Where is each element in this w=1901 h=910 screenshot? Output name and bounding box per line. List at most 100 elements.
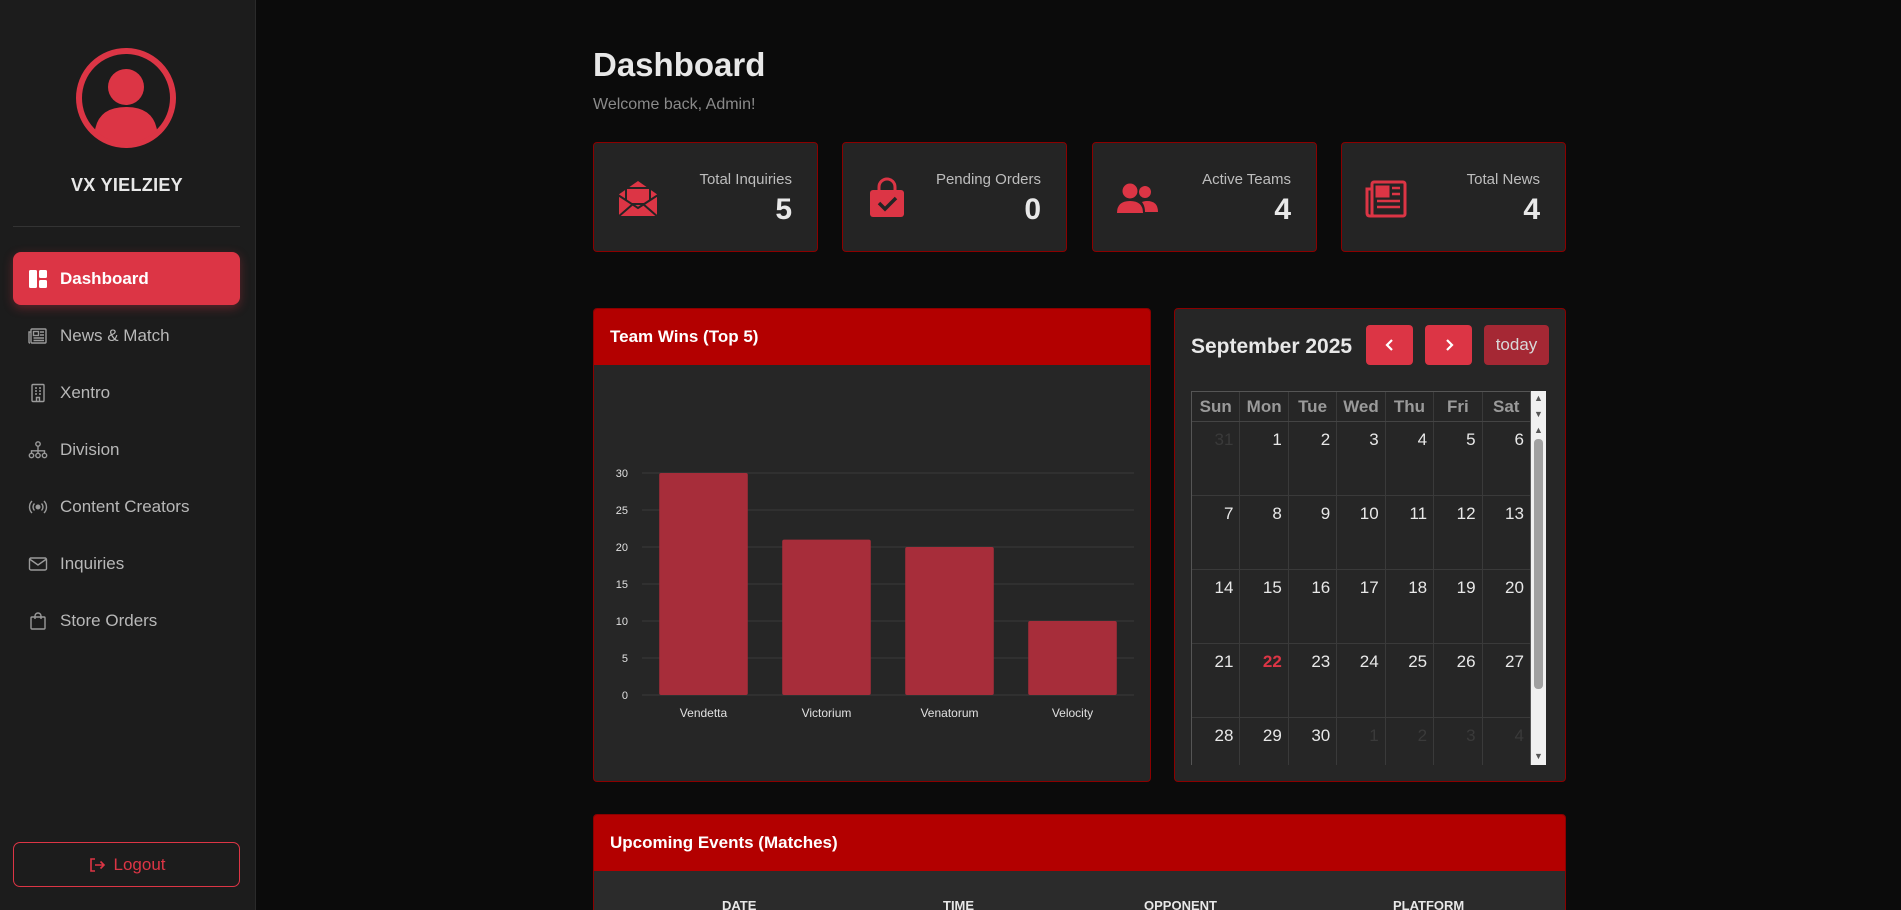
- scroll-down-icon[interactable]: ▼: [1533, 409, 1544, 419]
- calendar-day[interactable]: 4: [1386, 422, 1435, 495]
- stat-card-active-teams[interactable]: Active Teams 4: [1092, 142, 1317, 252]
- calendar-scrollbar[interactable]: ▲ ▼ ▲ ▼: [1531, 391, 1546, 765]
- calendar-day[interactable]: 9: [1289, 496, 1338, 569]
- stat-label: Active Teams: [1202, 171, 1291, 188]
- calendar-day[interactable]: 3: [1337, 422, 1386, 495]
- calendar-next-button[interactable]: [1425, 325, 1472, 365]
- stat-label: Total Inquiries: [699, 171, 792, 188]
- calendar-day-today[interactable]: 22: [1240, 644, 1289, 717]
- calendar-grid: Sun Mon Tue Wed Thu Fri Sat 31 1 2 3 4 5 6 7 8 9 10 11 12 1…: [1191, 391, 1531, 765]
- y-tick-label: 0: [622, 690, 628, 702]
- bar-vendetta[interactable]: [659, 473, 748, 695]
- stat-card-total-inquiries[interactable]: Total Inquiries 5: [593, 142, 818, 252]
- calendar-day[interactable]: 29: [1240, 718, 1289, 765]
- sidebar-item-content-creators[interactable]: Content Creators: [13, 480, 240, 533]
- calendar-today-button[interactable]: today: [1484, 325, 1549, 365]
- calendar-day[interactable]: 2: [1289, 422, 1338, 495]
- calendar-day[interactable]: 8: [1240, 496, 1289, 569]
- y-tick-label: 25: [616, 505, 628, 517]
- calendar-day[interactable]: 5: [1434, 422, 1483, 495]
- calendar-day[interactable]: 17: [1337, 570, 1386, 643]
- calendar-weekday-row: Sun Mon Tue Wed Thu Fri Sat: [1192, 392, 1530, 422]
- column-header-opponent[interactable]: OPPONENT: [1144, 898, 1217, 910]
- calendar-day[interactable]: 14: [1192, 570, 1241, 643]
- sidebar-item-xentro[interactable]: Xentro: [13, 366, 240, 419]
- calendar-day[interactable]: 15: [1240, 570, 1289, 643]
- calendar-day[interactable]: 16: [1289, 570, 1338, 643]
- stat-value: 4: [1274, 193, 1291, 226]
- calendar-day[interactable]: 12: [1434, 496, 1483, 569]
- dashboard-icon: [28, 269, 48, 289]
- y-tick-label: 15: [616, 579, 628, 591]
- y-tick-label: 20: [616, 542, 628, 554]
- y-tick-label: 30: [616, 468, 628, 480]
- calendar-day[interactable]: 7: [1192, 496, 1241, 569]
- calendar-day[interactable]: 11: [1386, 496, 1435, 569]
- calendar-day[interactable]: 24: [1337, 644, 1386, 717]
- calendar-day[interactable]: 3: [1434, 718, 1483, 765]
- scroll-up-icon[interactable]: ▲: [1533, 425, 1544, 435]
- sidebar-item-inquiries[interactable]: Inquiries: [13, 537, 240, 590]
- calendar-day[interactable]: 13: [1483, 496, 1530, 569]
- calendar-day[interactable]: 10: [1337, 496, 1386, 569]
- calendar-day[interactable]: 30: [1289, 718, 1338, 765]
- calendar-day[interactable]: 23: [1289, 644, 1338, 717]
- stat-card-total-news[interactable]: Total News 4: [1341, 142, 1566, 252]
- stat-label: Pending Orders: [935, 171, 1041, 188]
- calendar-day[interactable]: 25: [1386, 644, 1435, 717]
- logout-icon: [88, 856, 106, 874]
- calendar-day[interactable]: 18: [1386, 570, 1435, 643]
- column-header-time[interactable]: TIME: [943, 898, 974, 910]
- column-header-date[interactable]: DATE: [722, 898, 756, 910]
- calendar-day[interactable]: 4: [1483, 718, 1530, 765]
- bar-venatorum[interactable]: [905, 547, 994, 695]
- calendar-day[interactable]: 1: [1337, 718, 1386, 765]
- y-tick-label: 10: [616, 616, 628, 628]
- scroll-up-icon[interactable]: ▲: [1533, 393, 1544, 403]
- page-subtitle: Welcome back, Admin!: [593, 96, 756, 113]
- stat-value: 4: [1523, 193, 1540, 226]
- sidebar-item-label: Store Orders: [60, 610, 158, 630]
- calendar-body: 31 1 2 3 4 5 6 7 8 9 10 11 12 13 14 15 16 17 18 19 20 21 22 23 2…: [1192, 422, 1530, 765]
- calendar-day[interactable]: 6: [1483, 422, 1530, 495]
- bar-velocity[interactable]: [1028, 621, 1117, 695]
- sidebar-item-store-orders[interactable]: Store Orders: [13, 594, 240, 647]
- bar-victorium[interactable]: [782, 539, 871, 695]
- calendar-day[interactable]: 26: [1434, 644, 1483, 717]
- stat-value: 0: [1024, 193, 1041, 226]
- calendar-day[interactable]: 1: [1240, 422, 1289, 495]
- calendar-prev-button[interactable]: [1366, 325, 1413, 365]
- scroll-down-icon[interactable]: ▼: [1533, 751, 1544, 761]
- newspaper-icon: [28, 326, 48, 346]
- sidebar-item-news-match[interactable]: News & Match: [13, 309, 240, 362]
- calendar-day[interactable]: 2: [1386, 718, 1435, 765]
- calendar-day[interactable]: 21: [1192, 644, 1241, 717]
- calendar-week-row: 14 15 16 17 18 19 20: [1192, 570, 1530, 644]
- building-icon: [28, 383, 48, 403]
- calendar-day[interactable]: 28: [1192, 718, 1241, 765]
- chevron-left-icon: [1384, 339, 1393, 351]
- calendar-week-row: 7 8 9 10 11 12 13: [1192, 496, 1530, 570]
- calendar-day[interactable]: 19: [1434, 570, 1483, 643]
- scrollbar-thumb[interactable]: [1534, 439, 1543, 689]
- users-icon: [1115, 177, 1159, 221]
- logout-button[interactable]: Logout: [13, 842, 240, 887]
- sidebar-item-division[interactable]: Division: [13, 423, 240, 476]
- column-header-platform[interactable]: PLATFORM: [1393, 898, 1464, 910]
- weekday-header: Mon: [1240, 392, 1289, 421]
- sidebar-item-label: Dashboard: [60, 268, 149, 288]
- sidebar-item-dashboard[interactable]: Dashboard: [13, 252, 240, 305]
- calendar-day[interactable]: 31: [1192, 422, 1241, 495]
- stat-value: 5: [775, 193, 792, 226]
- sidebar-item-label: Division: [60, 439, 120, 459]
- card-title: Upcoming Events (Matches): [594, 815, 1565, 871]
- stat-card-pending-orders[interactable]: Pending Orders 0: [842, 142, 1067, 252]
- page-title: Dashboard: [593, 46, 766, 83]
- sidebar-item-label: News & Match: [60, 325, 170, 345]
- calendar-day[interactable]: 27: [1483, 644, 1530, 717]
- logout-label: Logout: [113, 854, 166, 874]
- calendar-day[interactable]: 20: [1483, 570, 1530, 643]
- envelope-open-icon: [616, 177, 660, 221]
- sidebar-item-label: Xentro: [60, 382, 111, 402]
- user-circle-icon[interactable]: [75, 47, 177, 149]
